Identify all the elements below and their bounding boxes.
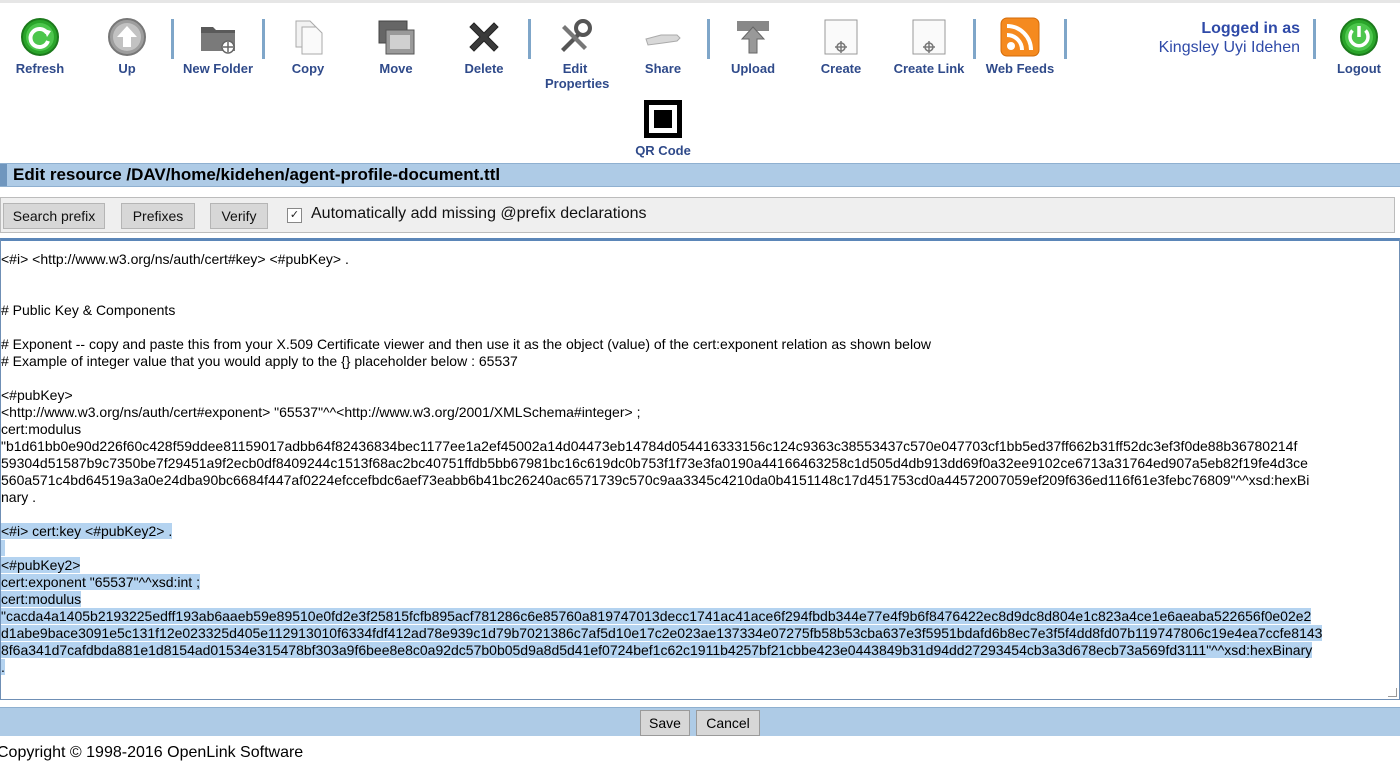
verify-button[interactable]: Verify [210, 203, 268, 229]
copy-button[interactable]: Copy [268, 17, 348, 76]
create-button[interactable]: Create [801, 17, 881, 76]
qr-code-icon [644, 100, 682, 138]
share-label: Share [644, 61, 682, 76]
editor-line-selected: cert:modulus [1, 591, 82, 607]
up-label: Up [118, 61, 136, 76]
share-hand-icon [645, 34, 681, 46]
edit-properties-label: Edit Properties [545, 61, 610, 91]
editor-line: # Public Key & Components [1, 302, 176, 318]
toolbar-separator [262, 19, 265, 59]
toolbar-separator [1313, 19, 1316, 59]
tools-icon [561, 19, 592, 52]
delete-icon [469, 22, 499, 52]
editor-line-selected [1, 540, 5, 556]
editor-line: 560a571c4bd64519a3a0e24dba90bc6684f447af… [1, 472, 1310, 488]
editor-line: # Example of integer value that you woul… [1, 353, 518, 369]
up-button[interactable]: Up [87, 17, 167, 76]
edit-properties-button[interactable]: Edit Properties [535, 17, 615, 91]
toolbar-separator [707, 19, 710, 59]
resource-editor[interactable]: <#i> <http://www.w3.org/ns/auth/cert#key… [0, 238, 1400, 700]
editor-line: cert:modulus [1, 421, 82, 437]
resource-header: Edit resource /DAV/home/kidehen/agent-pr… [0, 163, 1400, 187]
share-button[interactable]: Share [623, 17, 703, 76]
editor-line: "b1d61bb0e90d226f60c428f59ddee81159017ad… [1, 438, 1298, 454]
move-button[interactable]: Move [356, 17, 436, 76]
create-label: Create [820, 61, 862, 76]
upload-button[interactable]: Upload [713, 17, 793, 76]
editor-line-selected: "cacda4a1405b2193225edff193ab6aaeb59e895… [1, 608, 1312, 624]
footer-bar: Save Cancel [0, 707, 1400, 736]
create-link-label: Create Link [893, 61, 965, 76]
resize-handle[interactable] [1388, 688, 1397, 697]
power-icon [1340, 18, 1378, 56]
editor-line: <http://www.w3.org/ns/auth/cert#exponent… [1, 404, 641, 420]
qr-code-button[interactable]: QR Code [623, 99, 703, 158]
auto-prefix-label: Automatically add missing @prefix declar… [311, 205, 647, 222]
copyright: Copyright © 1998-2016 OpenLink Software [0, 744, 304, 761]
new-folder-button[interactable]: New Folder [178, 17, 258, 76]
refresh-icon [21, 18, 59, 56]
editor-line-selected: cert:exponent "65537"^^xsd:int ; [1, 574, 200, 590]
editor-line: <#i> <http://www.w3.org/ns/auth/cert#key… [1, 251, 349, 267]
toolbar: Refresh Up New Folder Copy Move Delete E… [0, 0, 1400, 163]
web-feeds-button[interactable]: Web Feeds [980, 17, 1060, 76]
create-icon [824, 19, 858, 55]
cancel-button[interactable]: Cancel [696, 710, 760, 736]
page-title: Edit resource /DAV/home/kidehen/agent-pr… [13, 165, 501, 184]
toolbar-separator [171, 19, 174, 59]
editor-line-selected: 8f6a341d7cafdbda881e1d8154ad01534e315478… [1, 642, 1313, 658]
prefixes-button[interactable]: Prefixes [121, 203, 195, 229]
refresh-label: Refresh [15, 61, 65, 76]
editor-line: # Exponent -- copy and paste this from y… [1, 336, 931, 352]
refresh-button[interactable]: Refresh [0, 17, 80, 76]
editor-actions: Search prefix Prefixes Verify ✓ Automati… [0, 197, 1395, 233]
copy-label: Copy [291, 61, 325, 76]
move-icon [378, 20, 415, 55]
editor-line-selected: d1abe9bace3091e5c131f12e023325d405e11291… [1, 625, 1323, 641]
save-button[interactable]: Save [640, 710, 690, 736]
toolbar-separator [1064, 19, 1067, 59]
editor-line-selected: . [1, 659, 5, 675]
header-accent [0, 164, 7, 186]
editor-line-selected: <#i> cert:key <#pubKey2> . [1, 523, 173, 539]
toolbar-separator [528, 19, 531, 59]
create-link-button[interactable]: Create Link [889, 17, 969, 76]
user-name[interactable]: Kingsley Uyi Idehen [1110, 38, 1300, 57]
move-label: Move [379, 61, 413, 76]
upload-icon [737, 21, 769, 54]
login-info: Logged in as Kingsley Uyi Idehen [1110, 19, 1300, 57]
delete-label: Delete [464, 61, 504, 76]
logout-button[interactable]: Logout [1319, 17, 1399, 76]
new-folder-icon [201, 27, 235, 54]
editor-line: 59304d51587b9c7350be7f29451a9f2ecb0df840… [1, 455, 1308, 471]
editor-line: <#pubKey> [1, 387, 73, 403]
editor-line: nary . [1, 489, 37, 505]
toolbar-separator [973, 19, 976, 59]
up-arrow-icon [108, 18, 146, 56]
qr-code-label: QR Code [635, 143, 691, 158]
logged-in-label: Logged in as [1201, 20, 1300, 37]
create-link-icon [912, 19, 946, 55]
upload-label: Upload [730, 61, 776, 76]
web-feeds-label: Web Feeds [985, 61, 1055, 76]
delete-button[interactable]: Delete [444, 17, 524, 76]
search-prefix-button[interactable]: Search prefix [3, 203, 105, 229]
logout-label: Logout [1336, 61, 1382, 76]
editor-line-selected: <#pubKey2> [1, 557, 81, 573]
new-folder-label: New Folder [182, 61, 254, 76]
auto-prefix-checkbox[interactable]: ✓ [287, 208, 302, 223]
rss-icon [1000, 17, 1040, 57]
copy-icon [295, 20, 323, 55]
